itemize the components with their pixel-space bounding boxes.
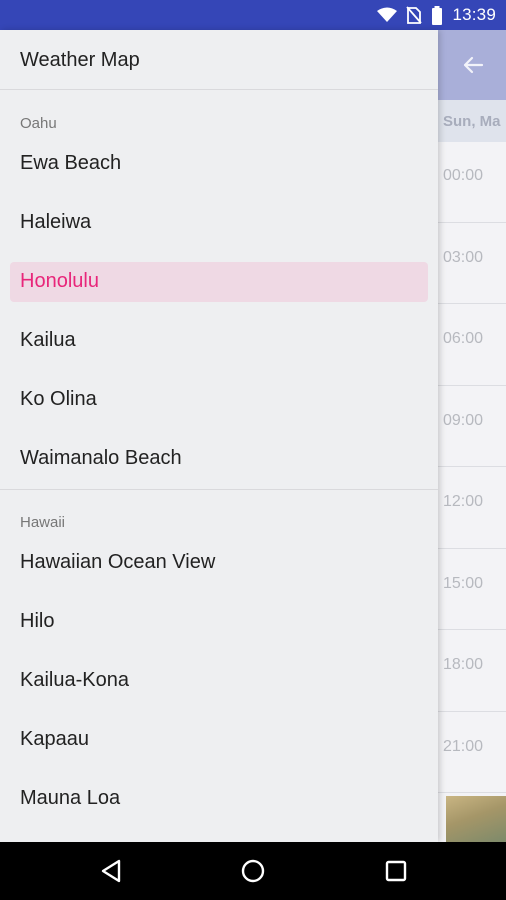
- wifi-icon: [377, 7, 398, 22]
- drawer-item-mauna-loa[interactable]: Mauna Loa: [10, 779, 428, 819]
- drawer-item-label: Waimanalo Beach: [20, 447, 182, 469]
- drawer-item-waimanalo-beach[interactable]: Waimanalo Beach: [10, 439, 428, 479]
- drawer-title[interactable]: Weather Map: [20, 49, 140, 72]
- drawer-item-haleiwa[interactable]: Haleiwa: [10, 203, 428, 243]
- time-label: 03:00: [443, 249, 484, 266]
- time-label: 09:00: [443, 412, 484, 429]
- time-label: 00:00: [443, 167, 484, 184]
- drawer-item-kailua-kona[interactable]: Kailua-Kona: [10, 661, 428, 701]
- drawer-item-label: Haleiwa: [20, 211, 92, 233]
- time-label: 18:00: [443, 656, 484, 673]
- section-header-hawaii: Hawaii: [20, 514, 66, 531]
- drawer-item-label: Mauna Loa: [20, 787, 121, 809]
- drawer-item-label: Kailua-Kona: [20, 669, 129, 691]
- weather-image: [446, 796, 506, 842]
- time-label: 15:00: [443, 575, 484, 592]
- drawer-item-label: Hilo: [20, 610, 55, 632]
- drawer-item-label: Kapaau: [20, 728, 89, 750]
- home-icon[interactable]: [238, 856, 268, 886]
- drawer-item-honolulu[interactable]: Honolulu: [10, 262, 428, 302]
- back-icon[interactable]: [97, 856, 127, 886]
- recents-icon[interactable]: [381, 856, 411, 886]
- drawer-item-label: Ko Olina: [20, 388, 97, 410]
- drawer-item-hilo[interactable]: Hilo: [10, 602, 428, 642]
- drawer-item-ewa-beach[interactable]: Ewa Beach: [10, 144, 428, 184]
- drawer-item-kailua[interactable]: Kailua: [10, 321, 428, 361]
- drawer-item-ko-olina[interactable]: Ko Olina: [10, 380, 428, 420]
- arrow-back-icon[interactable]: [458, 50, 488, 80]
- day-label: Sun, Ma: [443, 113, 501, 130]
- drawer-item-label: Hawaiian Ocean View: [20, 551, 216, 573]
- section-header-oahu: Oahu: [20, 115, 57, 132]
- drawer-item-label: Kailua: [20, 329, 76, 351]
- drawer-item-hawaiian-ocean-view[interactable]: Hawaiian Ocean View: [10, 543, 428, 583]
- time-label: 21:00: [443, 738, 484, 755]
- drawer-item-label: Honolulu: [20, 270, 99, 292]
- divider: [0, 489, 438, 490]
- drawer-item-kapaau[interactable]: Kapaau: [10, 720, 428, 760]
- status-time: 13:39: [452, 5, 496, 24]
- navigation-bar: [0, 842, 506, 900]
- no-sim-icon: [406, 6, 423, 24]
- navigation-drawer: Weather Map Oahu Ewa Beach Haleiwa Honol…: [0, 30, 438, 842]
- time-label: 06:00: [443, 330, 484, 347]
- time-label: 12:00: [443, 493, 484, 510]
- drawer-item-label: Ewa Beach: [20, 152, 122, 174]
- status-bar: 13:39: [0, 0, 506, 30]
- divider: [0, 89, 438, 90]
- battery-icon: [432, 5, 443, 25]
